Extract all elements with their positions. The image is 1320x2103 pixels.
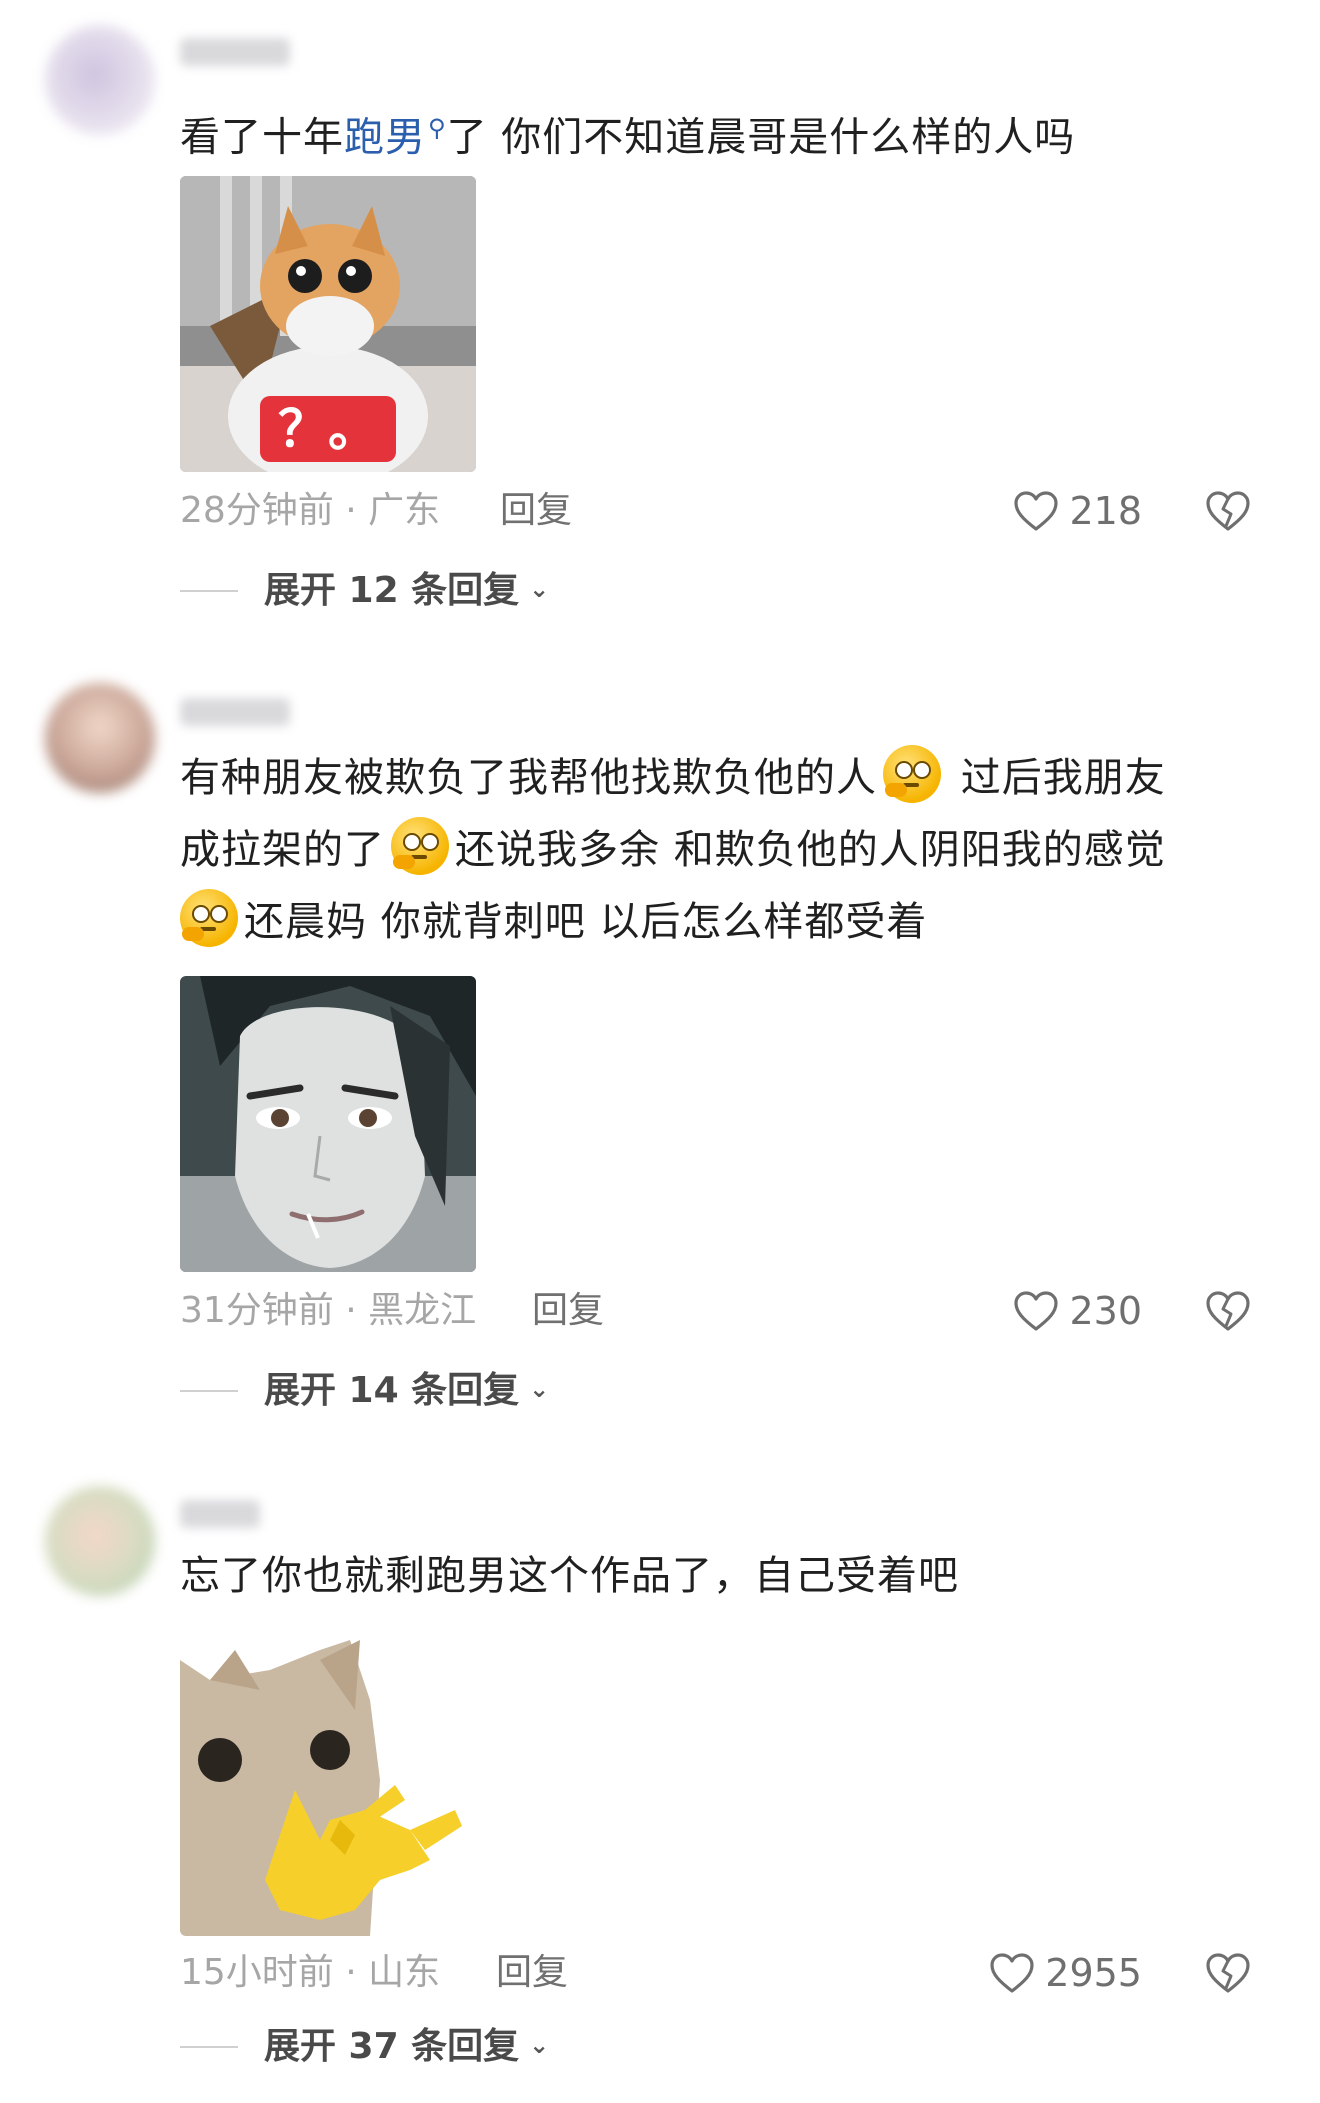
comment-meta: 31分钟前 · 黑龙江: [180, 1290, 477, 1331]
like-button[interactable]: 230: [1013, 1286, 1142, 1336]
like-button[interactable]: 2955: [989, 1948, 1142, 1998]
username[interactable]: [180, 1500, 260, 1528]
heart-outline-icon: [1014, 491, 1059, 531]
broken-heart-icon: [1206, 1291, 1250, 1331]
expand-replies-button[interactable]: 展开 37 条回复 ⌄: [180, 2022, 549, 2072]
topic-link[interactable]: 跑男: [344, 114, 426, 160]
thinking-face-emoji: [180, 889, 238, 947]
thinking-face-emoji: [883, 745, 941, 803]
divider-line: [180, 590, 238, 592]
divider-line: [180, 2046, 238, 2048]
like-button[interactable]: 218: [1013, 486, 1142, 536]
like-count: 230: [1069, 1289, 1142, 1333]
avatar[interactable]: [45, 25, 155, 135]
like-count: 218: [1069, 489, 1142, 533]
chevron-down-icon: ⌄: [529, 2031, 550, 2059]
dislike-button[interactable]: [1204, 1286, 1252, 1336]
comment-meta: 28分钟前 · 广东: [180, 490, 441, 531]
expand-replies-button[interactable]: 展开 12 条回复 ⌄: [180, 566, 549, 616]
comment-image-cat-meme[interactable]: ？。: [180, 176, 476, 472]
avatar[interactable]: [45, 683, 155, 793]
expand-replies-label: 展开 12 条回复: [264, 570, 520, 611]
divider-line: [180, 1390, 238, 1392]
comment-text: 忘了你也就剩跑男这个作品了，自己受着吧: [180, 1553, 959, 1599]
comment-text-segment: 了 你们不知道晨哥是什么样的人吗: [446, 114, 1076, 161]
comment-text-line: 成拉架的了 还说我多余 和欺负他的人阴阳我的感觉: [180, 814, 1260, 886]
comment-text: 有种朋友被欺负了我帮他找欺负他的人 过后我朋友 成拉架的了 还说我多余 和欺负他的…: [180, 742, 1260, 958]
comment-image-animated-face[interactable]: [180, 976, 476, 1272]
username[interactable]: [180, 38, 290, 66]
broken-heart-icon: [1206, 1953, 1250, 1993]
dislike-button[interactable]: [1204, 486, 1252, 536]
like-count: 2955: [1045, 1951, 1142, 1995]
comment-text-segment: 看了十年: [180, 114, 344, 161]
dislike-button[interactable]: [1204, 1948, 1252, 1998]
comment-text-segment: 过后我朋友: [947, 755, 1166, 801]
thinking-face-emoji: [391, 817, 449, 875]
chevron-down-icon: ⌄: [529, 1375, 550, 1403]
comment-text-line: 还晨妈 你就背刺吧 以后怎么样都受着: [180, 886, 1260, 958]
avatar[interactable]: [45, 1486, 155, 1596]
broken-heart-icon: [1206, 491, 1250, 531]
image-caption: ？。: [278, 400, 378, 458]
comment-text-line: 有种朋友被欺负了我帮他找欺负他的人 过后我朋友: [180, 742, 1260, 814]
expand-replies-label: 展开 37 条回复: [264, 2026, 520, 2067]
comment-text-segment: 还晨妈 你就背刺吧 以后怎么样都受着: [244, 899, 928, 945]
heart-outline-icon: [990, 1953, 1034, 1993]
comment-text: 看了十年跑男⚲了 你们不知道晨哥是什么样的人吗: [180, 92, 1260, 173]
heart-outline-icon: [1014, 1291, 1059, 1331]
expand-replies-label: 展开 14 条回复: [264, 1370, 520, 1411]
username[interactable]: [180, 698, 290, 726]
expand-replies-button[interactable]: 展开 14 条回复 ⌄: [180, 1366, 549, 1416]
comment-text-segment: 成拉架的了: [180, 827, 385, 873]
comment-image-cat-meme[interactable]: [180, 1640, 476, 1936]
search-icon[interactable]: ⚲: [428, 114, 447, 142]
reply-button[interactable]: 回复: [496, 1948, 568, 1998]
comment-meta: 15小时前 · 山东: [180, 1952, 441, 1993]
comment-text-segment: 有种朋友被欺负了我帮他找欺负他的人: [180, 755, 877, 801]
reply-button[interactable]: 回复: [532, 1286, 604, 1336]
reply-button[interactable]: 回复: [500, 486, 572, 536]
chevron-down-icon: ⌄: [529, 575, 550, 603]
comment-text-segment: 还说我多余 和欺负他的人阴阳我的感觉: [455, 827, 1166, 873]
